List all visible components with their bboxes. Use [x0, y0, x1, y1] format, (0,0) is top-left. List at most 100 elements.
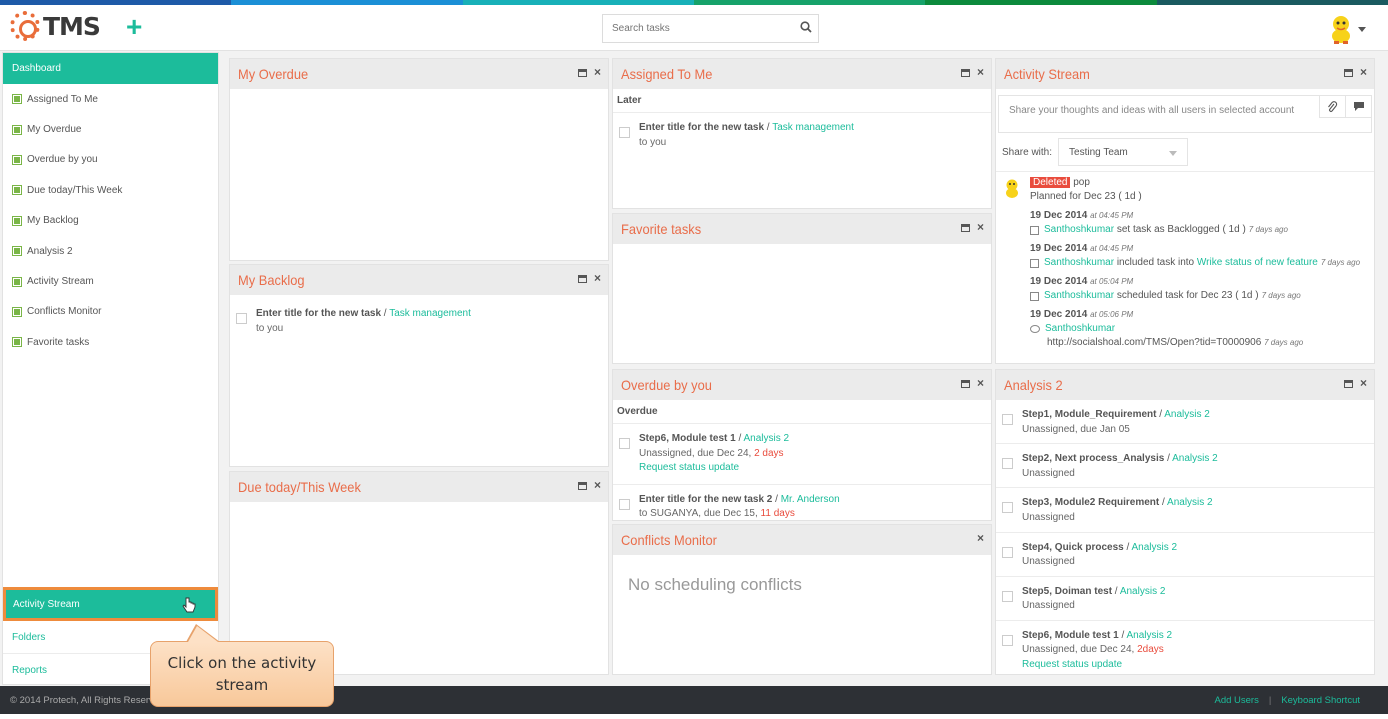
- task-row[interactable]: Step6, Module test 1 / Analysis 2 Unassig…: [996, 621, 1374, 670]
- sidebar-item-my-overdue[interactable]: My Overdue: [3, 114, 218, 144]
- task-row[interactable]: Enter title for the new task / Task mana…: [613, 113, 991, 158]
- task-checkbox[interactable]: [619, 127, 630, 138]
- sidebar-item-dashboard[interactable]: Dashboard: [3, 53, 218, 84]
- task-project-link[interactable]: Analysis 2: [1164, 409, 1210, 420]
- close-icon[interactable]: ×: [977, 66, 984, 78]
- hand-cursor-icon: [182, 597, 196, 613]
- sidebar-item-assigned-to-me[interactable]: Assigned To Me: [3, 84, 218, 114]
- activity-entry: Deleted pop Planned for Dec 23 ( 1d ) 19…: [996, 172, 1374, 350]
- sidebar-item-analysis-2[interactable]: Analysis 2: [3, 236, 218, 266]
- task-title[interactable]: Step1, Module_Requirement: [1022, 409, 1156, 420]
- activity-task-name[interactable]: pop: [1073, 177, 1090, 188]
- task-checkbox[interactable]: [1002, 590, 1013, 602]
- close-icon[interactable]: ×: [977, 221, 984, 233]
- sidebar-item-overdue-by-you[interactable]: Overdue by you: [3, 145, 218, 175]
- event-text: http://socialshoal.com/TMS/Open?tid=T000…: [1047, 337, 1262, 348]
- close-icon[interactable]: ×: [594, 272, 601, 284]
- task-project-link[interactable]: Analysis 2: [1172, 453, 1218, 464]
- task-checkbox[interactable]: [1002, 634, 1013, 646]
- maximize-icon[interactable]: [1343, 379, 1353, 388]
- task-title[interactable]: Enter title for the new task: [256, 308, 381, 319]
- task-project-link[interactable]: Analysis 2: [1126, 630, 1172, 641]
- task-checkbox[interactable]: [1002, 502, 1013, 514]
- maximize-icon[interactable]: [577, 68, 587, 77]
- sidebar-item-my-backlog[interactable]: My Backlog: [3, 206, 218, 236]
- comment-icon: [1353, 102, 1364, 111]
- task-row[interactable]: Enter title for the new task / Task mana…: [230, 295, 608, 344]
- sidebar-item-activity-stream[interactable]: Activity Stream: [3, 587, 218, 621]
- task-title[interactable]: Step4, Quick process: [1022, 542, 1124, 553]
- task-project-link[interactable]: Task management: [772, 122, 854, 133]
- task-title[interactable]: Step6, Module test 1: [639, 433, 736, 444]
- maximize-icon[interactable]: [960, 223, 970, 232]
- widget-header: Analysis 2 ×: [996, 370, 1374, 400]
- share-input[interactable]: Share your thoughts and ideas with all u…: [998, 95, 1372, 133]
- task-title[interactable]: Enter title for the new task 2: [639, 494, 772, 505]
- task-project-link[interactable]: Analysis 2: [743, 433, 789, 444]
- sidebar-item-activity-stream[interactable]: Activity Stream: [3, 266, 218, 296]
- search-input[interactable]: [603, 15, 783, 42]
- sidebar-item-conflicts-monitor[interactable]: Conflicts Monitor: [3, 297, 218, 327]
- task-checkbox[interactable]: [619, 438, 630, 449]
- task-row[interactable]: Step6, Module test 1 / Analysis 2 Unassi…: [613, 424, 991, 485]
- attach-button[interactable]: [1319, 96, 1345, 118]
- sidebar-item-due-today-this-week[interactable]: Due today/This Week: [3, 175, 218, 205]
- sidebar-item-label: My Overdue: [27, 124, 82, 136]
- task-checkbox[interactable]: [1002, 458, 1013, 470]
- maximize-icon[interactable]: [960, 68, 970, 77]
- post-comment-button[interactable]: [1345, 96, 1371, 118]
- search-icon[interactable]: [800, 21, 812, 33]
- task-row[interactable]: Step1, Module_Requirement / Analysis 2 Un…: [996, 400, 1374, 445]
- add-task-button[interactable]: +: [126, 13, 142, 41]
- task-title[interactable]: Step3, Module2 Requirement: [1022, 497, 1159, 508]
- task-title[interactable]: Enter title for the new task: [639, 122, 764, 133]
- maximize-icon[interactable]: [577, 274, 587, 283]
- close-icon[interactable]: ×: [977, 532, 984, 544]
- checkbox-icon: [12, 337, 22, 348]
- app-logo[interactable]: TMS: [10, 11, 101, 41]
- task-row[interactable]: Step4, Quick process / Analysis 2 Unassig…: [996, 533, 1374, 577]
- event-time: at 05:06 PM: [1090, 310, 1134, 319]
- close-icon[interactable]: ×: [1360, 377, 1367, 389]
- user-menu[interactable]: [1328, 14, 1366, 44]
- task-title[interactable]: Step6, Module test 1: [1022, 630, 1119, 641]
- maximize-icon[interactable]: [577, 481, 587, 490]
- task-checkbox[interactable]: [1002, 546, 1013, 558]
- task-project-link[interactable]: Task management: [389, 308, 471, 319]
- event-folder-link[interactable]: Wrike status of new feature: [1197, 256, 1318, 270]
- close-icon[interactable]: ×: [977, 377, 984, 389]
- request-status-update-link[interactable]: Request status update: [639, 462, 739, 473]
- sidebar-item-favorite-tasks[interactable]: Favorite tasks: [3, 327, 218, 357]
- task-title[interactable]: Step2, Next process_Analysis: [1022, 453, 1164, 464]
- task-project-link[interactable]: Analysis 2: [1120, 586, 1166, 597]
- task-checkbox[interactable]: [236, 313, 247, 324]
- task-row[interactable]: Step2, Next process_Analysis / Analysis …: [996, 444, 1374, 489]
- close-icon[interactable]: ×: [1360, 66, 1367, 78]
- task-project-link[interactable]: Analysis 2: [1167, 497, 1213, 508]
- request-status-update-link[interactable]: Request status update: [1022, 659, 1122, 670]
- task-title[interactable]: Step5, Doiman test: [1022, 586, 1112, 597]
- event-user-link[interactable]: Santhoshkumar: [1044, 289, 1114, 303]
- add-users-link[interactable]: Add Users: [1214, 695, 1258, 706]
- checkbox-icon: [12, 94, 22, 105]
- overdue-days: 2days: [1137, 644, 1164, 656]
- task-row[interactable]: Step3, Module2 Requirement / Analysis 2U…: [996, 488, 1374, 533]
- folder-icon: [1030, 258, 1039, 268]
- task-project-link[interactable]: Analysis 2: [1132, 542, 1178, 553]
- task-row[interactable]: Step5, Doiman test / Analysis 2 Unassigne…: [996, 577, 1374, 621]
- task-assignee: Unassigned: [1022, 467, 1075, 479]
- event-user-link[interactable]: Santhoshkumar: [1044, 256, 1114, 270]
- event-user-link[interactable]: Santhoshkumar: [1045, 322, 1115, 336]
- close-icon[interactable]: ×: [594, 479, 601, 491]
- task-row[interactable]: Enter title for the new task 2 / Mr. And…: [613, 485, 991, 521]
- share-with-select[interactable]: Testing Team: [1058, 138, 1189, 166]
- maximize-icon[interactable]: [960, 379, 970, 388]
- task-checkbox[interactable]: [619, 498, 630, 510]
- keyboard-shortcut-link[interactable]: Keyboard Shortcut: [1281, 695, 1360, 706]
- close-icon[interactable]: ×: [594, 66, 601, 78]
- maximize-icon[interactable]: [1343, 68, 1353, 77]
- event-user-link[interactable]: Santhoshkumar: [1044, 223, 1114, 237]
- task-project-link[interactable]: Mr. Anderson: [781, 494, 840, 505]
- task-checkbox[interactable]: [1002, 414, 1013, 425]
- share-with-row: Share with: Testing Team: [1002, 137, 1368, 167]
